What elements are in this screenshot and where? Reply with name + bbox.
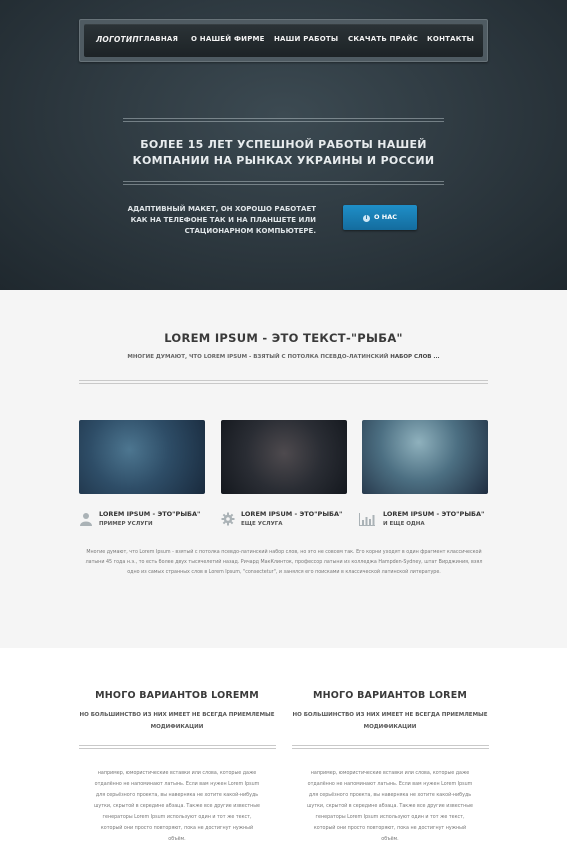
section-title: LOREM IPSUM - ЭТО ТЕКСТ-"РЫБА" <box>164 331 403 345</box>
column-divider-2 <box>292 745 489 749</box>
column-subtitle-2: НО БОЛЬШИНСТВО ИЗ НИХ ИМЕЕТ НЕ ВСЕГДА ПР… <box>292 712 488 730</box>
bar-chart-icon <box>359 512 375 526</box>
section-divider <box>79 380 488 384</box>
service-image-3[interactable] <box>362 420 488 494</box>
nav-item-about[interactable]: О НАШЕЙ ФИРМЕ <box>191 35 265 43</box>
column-text-2: например, юмористические вставки или сло… <box>306 771 474 842</box>
intro-section: LOREM IPSUM - ЭТО ТЕКСТ-"РЫБА" МНОГИЕ ДУ… <box>0 290 567 648</box>
service-image-2[interactable] <box>221 420 347 494</box>
column-text-1: например, юмористические вставки или сло… <box>93 771 261 842</box>
hero-divider-top <box>123 118 444 122</box>
navbar: ЛОГОТИП ГЛАВНАЯ О НАШЕЙ ФИРМЕ НАШИ РАБОТ… <box>79 19 488 62</box>
intro-paragraph: Многие думают, что Lorem Ipsum - взятый … <box>85 550 483 575</box>
section-subtitle-bold: НАБОР СЛОВ ... <box>390 354 440 360</box>
feature-title-2: LOREM IPSUM - ЭТО"РЫБА" <box>241 510 343 518</box>
hero-title: БОЛЕЕ 15 ЛЕТ УСПЕШНОЙ РАБОТЫ НАШЕЙ КОМПА… <box>132 138 435 167</box>
variants-section: МНОГО ВАРИАНТОВ LOREMM НО БОЛЬШИНСТВО ИЗ… <box>0 648 567 850</box>
nav-item-home[interactable]: ГЛАВНАЯ <box>139 35 178 43</box>
feature-subtitle-2: ЕЩЕ УСЛУГА <box>241 521 283 527</box>
column-title-2: МНОГО ВАРИАНТОВ LOREM <box>312 690 468 701</box>
feature-title-1: LOREM IPSUM - ЭТО"РЫБА" <box>99 510 201 518</box>
feature-subtitle-3: И ЕЩЕ ОДНА <box>383 521 425 527</box>
nav-item-price[interactable]: СКАЧАТЬ ПРАЙС <box>348 35 418 43</box>
nav-item-contacts[interactable]: КОНТАКТЫ <box>427 35 474 43</box>
about-button-label: О НАС <box>373 213 398 221</box>
feature-title-3: LOREM IPSUM - ЭТО"РЫБА" <box>383 510 485 518</box>
feature-subtitle-1: ПРИМЕР УСЛУГИ <box>99 521 153 527</box>
hero-section: ЛОГОТИП ГЛАВНАЯ О НАШЕЙ ФИРМЕ НАШИ РАБОТ… <box>0 0 567 290</box>
logo[interactable]: ЛОГОТИП <box>96 35 139 44</box>
column-divider-1 <box>79 745 276 749</box>
about-button[interactable]: iО НАС <box>343 205 417 230</box>
hero-subtitle: АДАПТИВНЫЙ МАКЕТ, ОН ХОРОШО РАБОТАЕТ КАК… <box>127 205 316 235</box>
user-icon <box>79 512 93 526</box>
column-title-1: МНОГО ВАРИАНТОВ LOREMM <box>95 690 259 701</box>
section-subtitle: МНОГИЕ ДУМАЮТ, ЧТО LOREM IPSUM - ВЗЯТЫЙ … <box>0 354 567 360</box>
section-subtitle-text: МНОГИЕ ДУМАЮТ, ЧТО LOREM IPSUM - ВЗЯТЫЙ … <box>127 354 391 360</box>
navbar-inner: ЛОГОТИП ГЛАВНАЯ О НАШЕЙ ФИРМЕ НАШИ РАБОТ… <box>84 24 483 57</box>
info-icon: i <box>362 215 370 222</box>
hero-divider-bottom <box>123 181 444 185</box>
column-subtitle-1: НО БОЛЬШИНСТВО ИЗ НИХ ИМЕЕТ НЕ ВСЕГДА ПР… <box>79 712 275 730</box>
service-image-1[interactable] <box>79 420 205 494</box>
nav-item-works[interactable]: НАШИ РАБОТЫ <box>274 35 338 43</box>
gear-icon <box>221 512 235 526</box>
